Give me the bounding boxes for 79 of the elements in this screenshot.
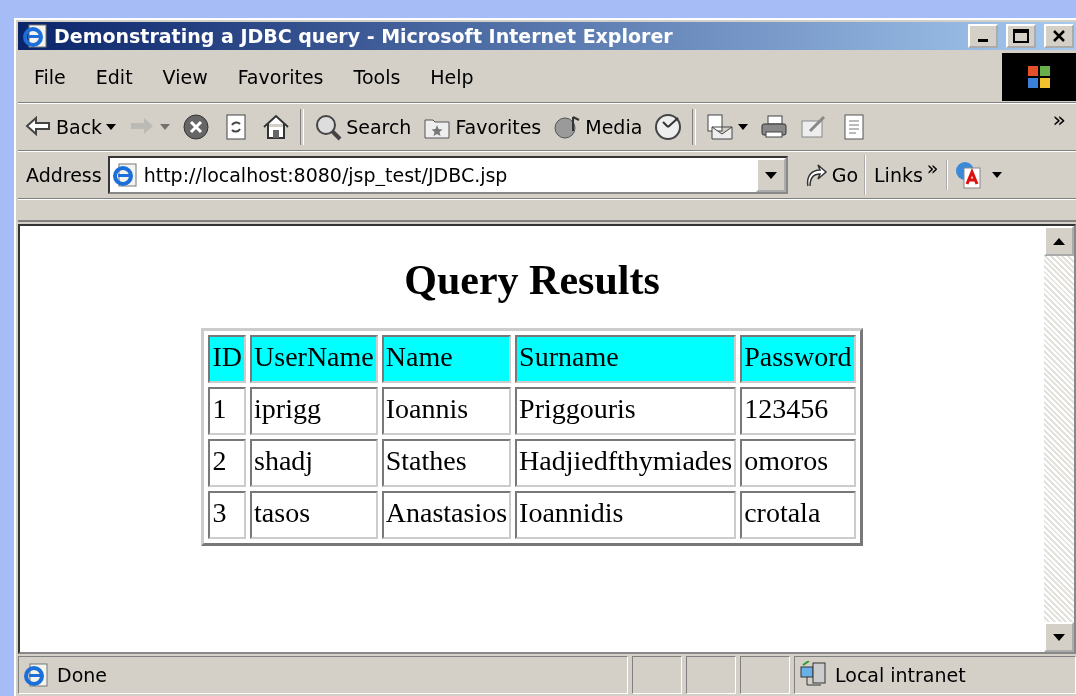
go-button[interactable]: Go	[797, 155, 865, 195]
close-button[interactable]	[1044, 24, 1074, 48]
scroll-down-button[interactable]	[1044, 622, 1074, 652]
minimize-button[interactable]	[968, 24, 998, 48]
caret-icon	[106, 124, 117, 130]
stop-icon	[183, 114, 209, 140]
folder-icon	[424, 119, 450, 139]
caret-icon	[992, 172, 1003, 178]
table-cell: Ioannis	[381, 387, 512, 435]
refresh-icon	[226, 114, 246, 140]
windows-logo-icon	[1002, 53, 1076, 101]
page-icon	[23, 662, 49, 688]
column-header: Password	[740, 335, 856, 383]
maximize-icon	[1013, 29, 1029, 43]
favorites-button[interactable]: Favorites	[417, 107, 548, 147]
column-header: Surname	[515, 335, 737, 383]
search-icon	[316, 115, 342, 141]
table-cell: Priggouris	[515, 387, 737, 435]
home-icon	[263, 114, 290, 139]
edit-icon	[801, 115, 826, 138]
menu-item[interactable]: Edit	[79, 66, 147, 88]
status-text: Done	[57, 664, 107, 686]
menu-item[interactable]: Help	[414, 66, 488, 88]
down-arrow-icon	[1053, 633, 1065, 641]
status-pane	[740, 656, 790, 694]
table-cell: 3	[208, 491, 247, 539]
address-input[interactable]: http://localhost:8080/jsp_test/JDBC.jsp	[143, 164, 750, 186]
overflow-chevron[interactable]: »	[1042, 106, 1076, 148]
caret-icon	[764, 171, 777, 179]
overflow-chevron[interactable]: »	[926, 155, 939, 181]
scroll-up-button[interactable]	[1044, 226, 1074, 256]
dropdown-button[interactable]	[755, 158, 786, 192]
column-header: UserName	[250, 335, 378, 383]
table-cell: 2	[208, 439, 247, 487]
back-arrow-icon	[25, 115, 50, 137]
table-cell: 1	[208, 387, 247, 435]
table-cell: 123456	[740, 387, 856, 435]
close-icon	[1052, 29, 1066, 43]
media-icon	[554, 116, 581, 139]
search-button[interactable]: Search	[308, 107, 418, 147]
page-icon	[111, 162, 138, 188]
table-cell: Anastasios	[381, 491, 512, 539]
table-cell: shadj	[250, 439, 378, 487]
table-cell: Hadjiedfthymiades	[515, 439, 737, 487]
menu-item[interactable]: File	[18, 66, 80, 88]
zone-text: Local intranet	[835, 664, 966, 686]
up-arrow-icon	[1053, 237, 1065, 245]
maximize-button[interactable]	[1006, 24, 1036, 48]
table-cell: tasos	[250, 491, 378, 539]
scrollbar[interactable]	[1044, 226, 1074, 652]
caret-icon	[738, 124, 749, 130]
printer-icon	[761, 115, 787, 138]
caret-icon	[160, 124, 171, 130]
network-icon	[799, 661, 827, 689]
address-field[interactable]: http://localhost:8080/jsp_test/JDBC.jsp	[107, 156, 788, 194]
address-label: Address	[25, 164, 103, 186]
document-icon	[844, 114, 864, 140]
media-button[interactable]: Media	[547, 107, 649, 147]
table-cell: omoros	[740, 439, 856, 487]
table-cell: iprigg	[250, 387, 378, 435]
column-header: Name	[381, 335, 512, 383]
menu-item[interactable]: View	[146, 66, 222, 88]
table-cell: Ioannidis	[515, 491, 737, 539]
table-cell: Stathes	[381, 439, 512, 487]
menu-item[interactable]: Tools	[337, 66, 415, 88]
status-pane	[686, 656, 736, 694]
table-cell: crotala	[740, 491, 856, 539]
page-icon	[22, 23, 48, 49]
column-header: ID	[208, 335, 247, 383]
window-title: Demonstrating a JDBC query - Microsoft Internet Explorer	[54, 25, 674, 47]
status-pane	[632, 656, 682, 694]
history-icon	[655, 114, 682, 140]
links-label[interactable]: Links	[874, 155, 923, 195]
mail-icon	[707, 114, 733, 140]
page-heading: Query Results	[404, 256, 660, 304]
menu-item[interactable]: Favorites	[221, 66, 338, 88]
back-button[interactable]: Back	[18, 107, 123, 147]
forward-arrow-icon	[131, 118, 154, 134]
minimize-icon	[978, 38, 988, 42]
